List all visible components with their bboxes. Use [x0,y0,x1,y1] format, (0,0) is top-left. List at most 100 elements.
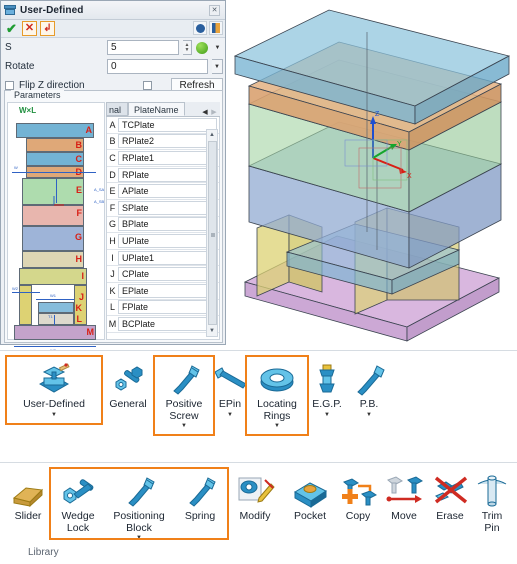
diagram-layer-f [22,205,84,226]
s-label: S [5,42,12,53]
plate-name-input[interactable]: SPlate [118,200,217,215]
dialog-titlebar: User-Defined ✕ [1,1,225,20]
table-row[interactable]: A TCPlate [107,117,219,134]
diagram-layer-a [16,123,94,138]
rotate-label: Rotate [5,61,35,72]
plate-name-input[interactable]: BCPlate [118,316,217,331]
cancel-button[interactable]: ✕ [22,21,37,36]
dim-label-w2: W2 [12,286,18,291]
ribbon-item-label: General [109,398,147,410]
table-row[interactable]: D RPlate [107,167,219,184]
tab-nav: ◀ ▶ [201,108,220,116]
table-row[interactable]: J CPlate [107,266,219,283]
rotate-input[interactable]: 0 [107,59,208,74]
table-row[interactable]: G BPlate [107,217,219,234]
chevron-down-icon[interactable]: ▼ [227,411,233,419]
table-row[interactable]: E APlate [107,183,219,200]
plate-name-input[interactable]: UPlate [118,233,217,248]
ribbon-item-trim-pin[interactable]: Trim Pin [472,469,512,536]
document-icon[interactable] [209,21,223,35]
parameters-legend: Parameters [11,90,64,100]
s-spinner[interactable]: ▲ ▼ [183,40,192,55]
table-row-key: I [111,252,114,263]
scroll-down-icon[interactable]: ▼ [207,326,217,336]
diagram-layer-l [38,313,74,325]
chevron-down-icon[interactable]: ▼ [324,411,330,419]
secondary-checkbox[interactable] [142,81,152,90]
diagram-label-k: K [75,303,83,313]
table-vertical-scrollbar[interactable]: ▲ ▼ [206,129,218,337]
table-row-key: M [108,318,117,329]
ribbon-item-label: Trim Pin [481,510,503,534]
table-row[interactable]: C RPlate1 [107,150,219,167]
tab-prev-icon[interactable]: ◀ [201,108,209,116]
model-viewport-3d[interactable]: .pf{stroke:#3b4450;stroke-width:.8;} [227,0,517,348]
tab-internal[interactable]: nal [106,102,128,116]
table-row[interactable]: M BCPlate [107,316,219,333]
table-row[interactable]: B RPlate2 [107,134,219,151]
rotate-dropdown-caret-icon[interactable]: ▼ [212,59,223,74]
push-bar-icon [349,359,389,399]
library-ribbon: Slider Wedge Lock Positioning Block ▼ Spring… [0,462,517,564]
ribbon-item-move[interactable]: Move [380,469,428,525]
table-row[interactable]: F SPlate [107,200,219,217]
ribbon-item-modify[interactable]: Modify [226,469,284,525]
svg-text:Y: Y [397,141,402,148]
ribbon-item-epin[interactable]: EPin ▼ [212,357,248,421]
field-row-rotate: Rotate 0 ▼ [1,57,225,76]
mold-components-ribbon: User-Defined ▼ General Positive Screw ▼ EPin ▼… [0,350,517,458]
plate-name-input[interactable]: APlate [118,184,217,199]
ribbon-item-label: Modify [239,510,271,522]
diagram-wl-label: W×L [19,106,37,115]
dim-line-w [12,172,96,173]
tab-platename[interactable]: PlateName [128,102,185,116]
globe-icon[interactable] [196,41,208,54]
ribbon-item-erase[interactable]: Erase [428,469,472,525]
plate-name-input[interactable]: FPlate [118,300,217,315]
plate-name-input[interactable]: UPlate1 [118,250,217,265]
table-row-key: B [109,136,116,147]
ribbon-item-pocket[interactable]: Pocket [284,469,336,525]
dim-label-asb: A_SB [94,199,105,204]
copy-icon [338,471,378,511]
scroll-up-icon[interactable]: ▲ [207,130,217,140]
ribbon-item-copy[interactable]: Copy [336,469,380,525]
selection-highlight [5,355,103,425]
table-row-key: H [109,235,116,246]
ribbon-item-pb[interactable]: P.B. ▼ [348,357,390,421]
plate-name-input[interactable]: TCPlate [118,117,217,132]
table-row[interactable]: I UPlate1 [107,250,219,267]
close-icon[interactable]: ✕ [209,4,220,16]
parameters-group: Parameters W×L A B C D E [4,90,223,353]
table-row[interactable]: K EPlate [107,283,219,300]
table-row[interactable]: H UPlate [107,233,219,250]
plate-name-input[interactable]: EPlate [118,283,217,298]
chevron-down-icon[interactable]: ▼ [366,411,372,419]
plate-name-input[interactable]: CPlate [118,267,217,282]
ribbon-item-label: P.B. [359,398,379,410]
diagram-label-g: G [74,232,82,242]
s-dropdown-caret-icon[interactable]: ▼ [212,40,223,55]
plate-name-input[interactable]: BPlate [118,217,217,232]
info-icon[interactable] [193,21,207,35]
svg-text:X: X [407,173,412,180]
reset-button[interactable]: ↲ [40,21,55,36]
dim-line-w1 [36,299,74,300]
dialog-title: User-Defined [20,4,84,16]
table-row[interactable]: L FPlate [107,300,219,317]
confirm-button[interactable]: ✔ [4,21,19,36]
flip-z-checkbox[interactable] [5,81,14,90]
plate-name-input[interactable]: RPlate1 [118,150,217,165]
plate-name-input[interactable]: RPlate2 [118,134,217,149]
ribbon-item-general[interactable]: General [100,357,156,413]
dialog-command-bar: ✔ ✕ ↲ [1,20,225,38]
ribbon-item-slider[interactable]: Slider [4,469,52,525]
scrollbar-thumb[interactable] [207,141,217,325]
s-input[interactable]: 5 [107,40,179,55]
diagram-label-b: B [75,140,83,150]
plate-name-input[interactable]: RPlate [118,167,217,182]
ribbon-item-label: EPin [218,398,242,410]
ribbon-item-egp[interactable]: E.G.P. ▼ [306,357,348,421]
ejector-pin-icon [210,359,250,399]
tab-next-icon[interactable]: ▶ [210,108,218,116]
